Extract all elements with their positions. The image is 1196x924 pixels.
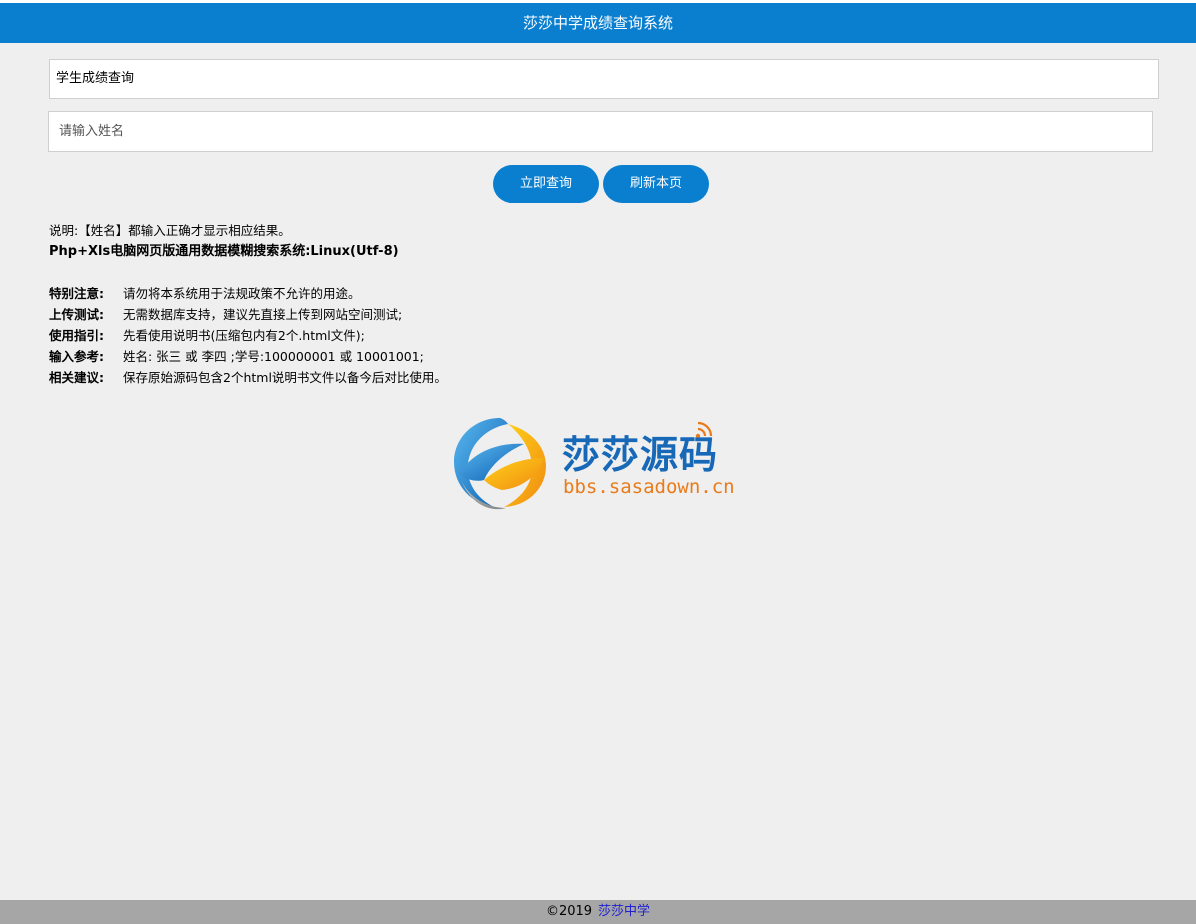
page-header: 莎莎中学成绩查询系统 [0,3,1196,43]
logo-url: bbs.sasadown.cn [563,476,735,498]
info-item-label: 相关建议: [49,370,104,385]
section-title: 学生成绩查询 [56,71,135,86]
footer-copyright: ©2019 [545,904,593,919]
info-item: 输入参考: 姓名: 张三 或 李四 ;学号:100000001 或 1000100… [49,346,1149,367]
info-system: Php+Xls电脑网页版通用数据模糊搜索系统:Linux(Utf-8) [49,244,399,259]
info-item-label: 输入参考: [49,349,104,364]
info-item: 相关建议: 保存原始源码包含2个html说明书文件以备今后对比使用。 [49,367,1149,388]
info-item-text: 请勿将本系统用于法规政策不允许的用途。 [123,286,361,301]
info-item-text: 无需数据库支持，建议先直接上传到网站空间测试; [123,307,403,322]
info-item-label: 使用指引: [49,328,104,343]
page-title: 莎莎中学成绩查询系统 [522,14,673,32]
logo-emblem-icon [454,418,546,510]
info-item: 特别注意: 请勿将本系统用于法规政策不允许的用途。 [49,283,1149,304]
query-button[interactable]: 立即查询 [493,165,599,203]
info-item: 上传测试: 无需数据库支持，建议先直接上传到网站空间测试; [49,304,1149,325]
site-logo: 莎莎源码 bbs.sasadown.cn [448,412,748,512]
info-item-text: 先看使用说明书(压缩包内有2个.html文件); [123,328,365,343]
info-item-label: 上传测试: [49,307,104,322]
info-item-text: 保存原始源码包含2个html说明书文件以备今后对比使用。 [123,370,447,385]
logo-name: 莎莎源码 [562,433,719,477]
info-note: 说明:【姓名】都输入正确才显示相应结果。 [49,223,291,238]
section-title-box: 学生成绩查询 [49,59,1159,99]
name-input[interactable] [48,111,1153,152]
footer-link[interactable]: 莎莎中学 [598,904,650,919]
info-item-text: 姓名: 张三 或 李四 ;学号:100000001 或 10001001; [123,349,424,364]
info-item: 使用指引: 先看使用说明书(压缩包内有2个.html文件); [49,325,1149,346]
info-item-label: 特别注意: [49,286,104,301]
refresh-button[interactable]: 刷新本页 [603,165,709,203]
page-footer: ©2019 莎莎中学 [0,900,1196,924]
info-panel: 说明:【姓名】都输入正确才显示相应结果。 Php+Xls电脑网页版通用数据模糊搜… [49,220,1149,388]
